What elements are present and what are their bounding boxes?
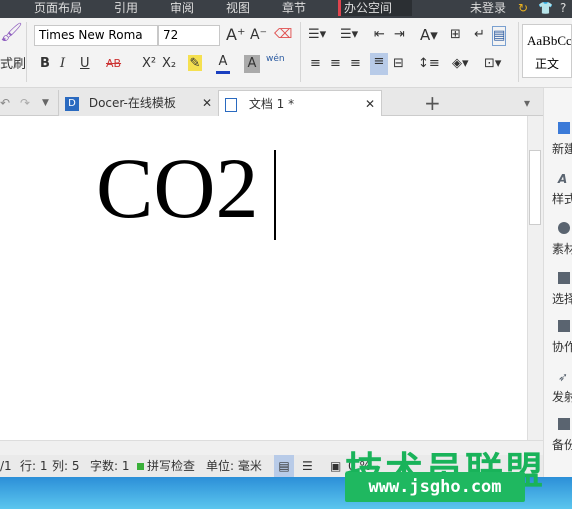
tab-bar: ↶ ↷ ▼ D Docer-在线模板 ✕ 文档 1 * ✕ + ▾ — [0, 88, 572, 116]
panel-send[interactable]: 发射 — [552, 388, 572, 405]
tab-document-1[interactable]: 文档 1 * ✕ — [218, 90, 382, 116]
menu-references[interactable]: 引用 — [114, 0, 138, 16]
outline-view-icon[interactable]: ☰ — [302, 455, 313, 477]
borders-icon[interactable]: ⊡▾ — [484, 55, 501, 73]
panel-select[interactable]: 选择 — [552, 290, 572, 307]
scrollbar-thumb[interactable] — [529, 150, 541, 225]
col-indicator: 列: 5 — [52, 459, 80, 473]
menu-review[interactable]: 审阅 — [170, 0, 194, 16]
login-link[interactable]: 未登录 — [470, 0, 506, 16]
document-text[interactable]: CO2 — [96, 140, 258, 236]
increase-indent-icon[interactable]: ⇥ — [394, 26, 405, 44]
font-name-select[interactable]: Times New Roma — [34, 25, 158, 46]
spell-check[interactable]: 拼写检查 — [147, 455, 195, 477]
styles-icon: A — [558, 172, 568, 186]
document-icon — [225, 97, 237, 112]
align-left-icon[interactable]: ≡ — [310, 55, 321, 73]
menu-page-layout[interactable]: 页面布局 — [34, 0, 82, 16]
font-size-select[interactable]: 72 — [158, 25, 220, 46]
format-painter-label[interactable]: 式刷 — [0, 56, 26, 74]
unit-indicator[interactable]: 单位: 毫米 — [206, 455, 262, 477]
help-icon[interactable]: ? — [560, 0, 566, 16]
distribute-icon[interactable]: ⊟ — [393, 55, 404, 73]
close-tab-icon[interactable]: ✕ — [365, 91, 375, 117]
align-right-icon[interactable]: ≡ — [350, 55, 361, 73]
style-name: 正文 — [534, 57, 559, 71]
tab-menu-icon[interactable]: ▾ — [524, 90, 530, 116]
menu-bar: 页面布局 引用 审阅 视图 章节 办公空间 未登录 ↻ 👕 ? — [0, 0, 572, 18]
line-spacing-icon[interactable]: ↕≡ — [418, 55, 440, 73]
underline-button[interactable]: U — [80, 55, 90, 73]
ribbon: 🖌 式刷 Times New Roma 72 A⁺ A⁻ ⌫ B I U AB … — [0, 18, 572, 88]
justify-icon[interactable]: ≡ — [370, 53, 388, 75]
backup-icon — [558, 418, 570, 430]
web-view-icon[interactable]: ▣ — [330, 455, 341, 477]
shrink-font-icon[interactable]: A⁻ — [250, 26, 267, 44]
bullets-icon[interactable]: ☰▾ — [308, 26, 326, 44]
grow-font-icon[interactable]: A⁺ — [226, 26, 245, 44]
menu-chapter[interactable]: 章节 — [282, 0, 306, 16]
panel-backup[interactable]: 备份 — [552, 436, 572, 453]
close-tab-icon[interactable]: ✕ — [202, 90, 212, 116]
undo-icon[interactable]: ↶ — [0, 90, 10, 116]
tab-label: Docer-在线模板 — [88, 96, 176, 110]
menu-office-space[interactable]: 办公空间 — [338, 0, 413, 16]
document-canvas[interactable] — [0, 116, 527, 440]
word-count[interactable]: 字数: 1 — [90, 455, 130, 477]
tab-label: 文档 1 * — [248, 97, 295, 111]
row-indicator: 行: 1 — [20, 459, 48, 473]
align-center-icon[interactable]: ≡ — [330, 55, 341, 73]
style-normal[interactable]: AaBbCc 正文 — [522, 24, 572, 78]
quick-access-dropdown-icon[interactable]: ▼ — [42, 90, 49, 116]
select-icon — [558, 272, 570, 284]
text-effect-icon[interactable]: A▾ — [420, 26, 438, 44]
refresh-icon[interactable]: ↻ — [518, 0, 528, 16]
style-preview: AaBbCc — [527, 33, 571, 48]
new-tab-icon[interactable]: + — [424, 90, 441, 116]
highlight-icon[interactable]: ✎ — [188, 55, 202, 71]
redo-icon[interactable]: ↷ — [20, 90, 30, 116]
format-painter-icon[interactable]: 🖌 — [0, 24, 23, 42]
bold-button[interactable]: B — [40, 55, 50, 73]
show-markup-icon[interactable]: ▤ — [492, 26, 507, 46]
phonetic-guide-button[interactable]: wén — [266, 50, 285, 68]
subscript-button[interactable]: X₂ — [162, 55, 176, 73]
numbering-icon[interactable]: ☰▾ — [340, 26, 358, 44]
char-shading-button[interactable]: A — [244, 55, 260, 73]
task-panel: 新建 A 样式 素材 选择 协作 ➶ 发射 备份 — [543, 88, 572, 477]
table-icon[interactable]: ⊞ — [450, 26, 461, 44]
page-indicator[interactable]: /1 — [0, 455, 12, 477]
watermark-url: www.jsgho.com — [345, 472, 525, 502]
decrease-indent-icon[interactable]: ⇤ — [374, 26, 385, 44]
font-color-button[interactable]: A — [216, 53, 230, 74]
paragraph-mark-icon[interactable]: ↵ — [474, 26, 485, 44]
material-icon — [558, 222, 570, 234]
text-caret — [274, 150, 276, 240]
clear-format-icon[interactable]: ⌫ — [274, 26, 292, 44]
page-view-icon[interactable]: ▤ — [274, 455, 294, 477]
menu-view[interactable]: 视图 — [226, 0, 250, 16]
panel-styles[interactable]: 样式 — [552, 190, 572, 207]
strikethrough-button[interactable]: AB — [106, 55, 121, 73]
shading-icon[interactable]: ◈▾ — [452, 55, 469, 73]
send-icon: ➶ — [558, 370, 569, 384]
panel-new[interactable]: 新建 — [552, 140, 572, 157]
tab-docer[interactable]: D Docer-在线模板 ✕ — [58, 90, 218, 116]
docer-icon: D — [65, 96, 79, 111]
panel-collab[interactable]: 协作 — [552, 338, 572, 355]
panel-material[interactable]: 素材 — [552, 240, 572, 257]
new-icon — [558, 122, 570, 134]
spell-check-icon — [137, 463, 144, 470]
collab-icon — [558, 320, 570, 332]
superscript-button[interactable]: X² — [142, 55, 156, 73]
skin-icon[interactable]: 👕 — [538, 0, 553, 16]
italic-button[interactable]: I — [60, 55, 65, 73]
